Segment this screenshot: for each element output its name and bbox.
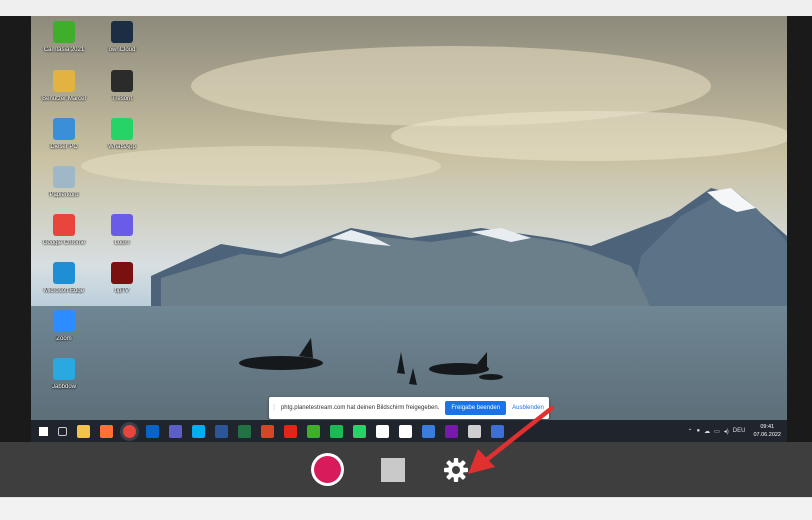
user-folder-icon [53,70,75,92]
settings-gear-icon[interactable] [443,457,469,483]
desktop-icon-label: WhatsApp [108,144,136,150]
stop-sharing-button[interactable]: Freigabe beenden [445,401,507,415]
camtasia-icon [53,21,75,43]
task-view-icon[interactable] [58,426,67,436]
volume-icon[interactable]: ◂) [724,428,729,435]
recording-controls [0,442,812,497]
desktop-icon-label: Benutzer Marcel [42,96,86,102]
stop-button[interactable] [381,458,405,482]
teams-icon[interactable] [169,424,182,438]
language-indicator[interactable]: DEU [733,428,746,434]
calendar-icon[interactable] [422,424,435,438]
screen-share-notification: ⁞ phtg.planetestream.com hat deinen Bild… [269,397,549,419]
desktop-icon-label: Dieser PC [50,144,78,150]
clock[interactable]: 09:41 07.06.2022 [753,423,781,439]
edge-icon [53,262,75,284]
hide-button[interactable]: Ausblenden [512,405,544,411]
drag-handle-icon[interactable]: ⁞ [273,405,275,412]
desktop-icon-label: Google Chrome [42,240,86,246]
desktop-icon-label: Loom [114,240,130,246]
app-icon[interactable] [376,424,389,438]
zoom-icon [53,310,75,332]
spotify-icon[interactable] [330,424,343,438]
record-dot-icon [314,456,341,483]
recycle-bin-icon [53,166,75,188]
skype-icon[interactable] [192,424,205,438]
file-explorer-icon[interactable] [77,424,90,438]
desktop-icon-label: ownCloud [108,47,136,53]
desktop-icon[interactable]: Microsoft Edge [34,262,94,294]
acrobat-icon[interactable] [284,424,297,438]
onenote-icon[interactable] [445,424,458,438]
whatsapp-icon [111,118,133,140]
desktop-icon[interactable]: Zoom [34,310,94,342]
desktop-icon[interactable]: Google Chrome [34,214,94,246]
chat-icon[interactable] [399,424,412,438]
desktop-icon[interactable]: Tresorit [92,70,152,102]
excel-icon[interactable] [238,424,251,438]
jabber-icon [53,358,75,380]
outlook-icon[interactable] [146,424,159,438]
powerpoint-icon[interactable] [261,424,274,438]
owncloud-icon [111,21,133,43]
tresorit-icon [111,70,133,92]
system-tray: ⌃ ● ☁ ▭ ◂) DEU 09:41 07.06.2022 [687,420,781,442]
this-pc-icon [53,118,75,140]
desktop-icon-label: Camtasia 2021 [43,47,85,53]
start-icon[interactable] [39,426,48,436]
desktop-icon[interactable]: Benutzer Marcel [34,70,94,102]
microphone-icon[interactable]: ● [696,428,700,434]
desktop-icon[interactable]: tipTV [92,262,152,294]
screen-recorder-icon[interactable] [468,424,481,438]
record-button[interactable] [311,453,344,486]
desktop-icon-label: Papierkorb [49,192,79,198]
clock-date: 07.06.2022 [753,432,781,438]
desktop-icon-label: Tresorit [111,96,133,102]
desktop-icon-label: Zoom [56,336,72,342]
desktop-icon-label: Microsoft Edge [43,288,85,294]
chrome-icon [53,214,75,236]
cloud-icon[interactable]: ☁ [704,428,710,435]
desktop-icon[interactable]: Loom [92,214,152,246]
desktop-icon[interactable]: Jabbdow [34,358,94,390]
taskbar: ⌃ ● ☁ ▭ ◂) DEU 09:41 07.06.2022 [31,420,787,442]
screen-share-frame: Camtasia 2021 ownCloud Benutzer Marcel Tres… [0,16,812,442]
taskbar-apps [34,424,509,438]
bottom-strip [0,497,812,520]
desktop-icon-label: tipTV [114,288,129,294]
firefox-icon[interactable] [100,424,113,438]
chrome-icon[interactable] [123,424,136,438]
taskbar-app-icon[interactable] [491,424,504,438]
word-icon[interactable] [215,424,228,438]
desktop-icon[interactable]: ownCloud [92,21,152,53]
desktop-icon[interactable]: Dieser PC [34,118,94,150]
desktop-icon[interactable]: WhatsApp [92,118,152,150]
network-icon[interactable]: ▭ [714,428,720,435]
clock-time: 09:41 [760,424,775,430]
loom-icon [111,214,133,236]
chevron-up-icon[interactable]: ⌃ [687,428,692,435]
whatsapp-icon[interactable] [353,424,366,438]
tiptv-icon [111,262,133,284]
share-message: phtg.planetestream.com hat deinen Bildsc… [280,405,440,411]
desktop-icon-label: Jabbdow [51,384,77,390]
desktop-icon[interactable]: Papierkorb [34,166,94,198]
camtasia-icon[interactable] [307,424,320,438]
desktop-icon[interactable]: Camtasia 2021 [34,21,94,53]
shared-screen: Camtasia 2021 ownCloud Benutzer Marcel Tres… [31,16,787,442]
